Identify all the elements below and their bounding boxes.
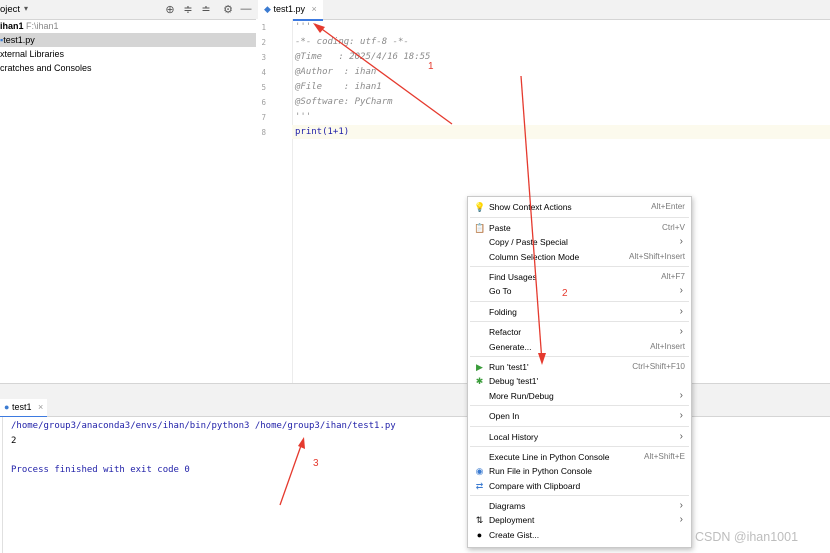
arrowhead-icon <box>313 23 325 33</box>
annotation-label-2: 2 <box>562 288 568 299</box>
annotation-label-3: 3 <box>313 458 319 469</box>
annotation-arrows <box>279 23 546 506</box>
annotation-arrow-2 <box>520 75 543 363</box>
arrowhead-icon <box>538 353 546 365</box>
annotation-label-1: 1 <box>428 61 434 72</box>
watermark: CSDN @ihan1001 <box>695 530 799 544</box>
annotation-arrow-1 <box>314 23 453 125</box>
annotation-arrow-3 <box>279 439 304 506</box>
arrowhead-icon <box>298 437 305 449</box>
